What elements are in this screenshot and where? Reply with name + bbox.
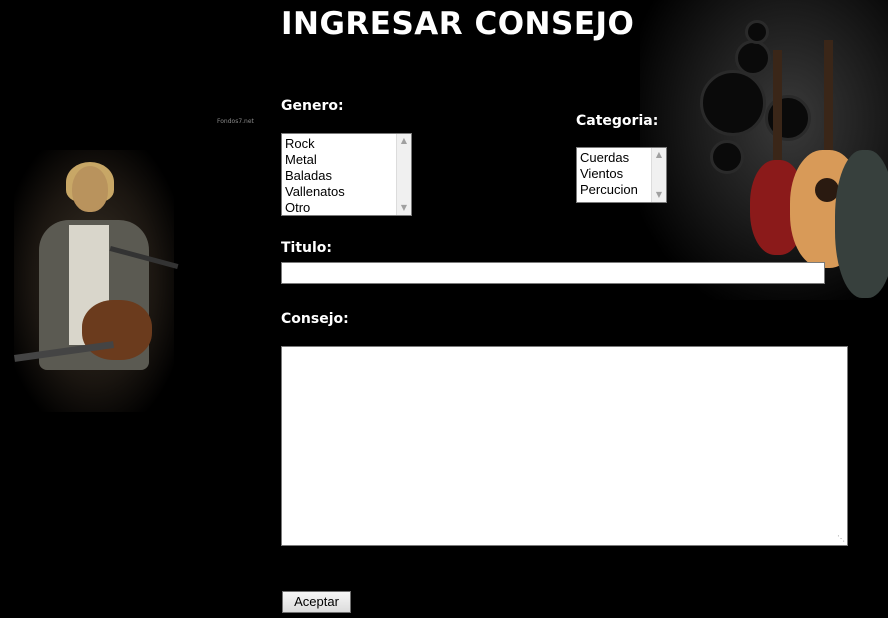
chevron-up-icon[interactable]: ▲ bbox=[397, 134, 411, 148]
musician-photo bbox=[13, 150, 179, 412]
guitars-decoration bbox=[640, 0, 888, 300]
chevron-down-icon[interactable]: ▼ bbox=[652, 188, 666, 202]
aceptar-button[interactable]: Aceptar bbox=[282, 591, 351, 613]
chevron-up-icon[interactable]: ▲ bbox=[652, 148, 666, 162]
categoria-option-cuerdas[interactable]: Cuerdas bbox=[580, 150, 638, 166]
categoria-label: Categoria: bbox=[576, 113, 659, 129]
consejo-label: Consejo: bbox=[281, 311, 349, 327]
genero-option-rock[interactable]: Rock bbox=[285, 136, 345, 152]
titulo-label: Titulo: bbox=[281, 240, 333, 256]
categoria-scrollbar[interactable]: ▲ ▼ bbox=[651, 148, 666, 202]
genero-options: Rock Metal Baladas Vallenatos Otro bbox=[285, 136, 345, 215]
categoria-listbox[interactable]: Cuerdas Vientos Percucion ▲ ▼ bbox=[576, 147, 667, 203]
genero-option-metal[interactable]: Metal bbox=[285, 152, 345, 168]
consejo-textarea[interactable]: ⋱ bbox=[281, 346, 848, 546]
genero-scrollbar[interactable]: ▲ ▼ bbox=[396, 134, 411, 215]
watermark-text: Fondos7.net bbox=[217, 118, 254, 125]
genero-option-otro[interactable]: Otro bbox=[285, 200, 345, 215]
genero-listbox[interactable]: Rock Metal Baladas Vallenatos Otro ▲ ▼ bbox=[281, 133, 412, 216]
categoria-option-vientos[interactable]: Vientos bbox=[580, 166, 638, 182]
categoria-option-percucion[interactable]: Percucion bbox=[580, 182, 638, 198]
categoria-options: Cuerdas Vientos Percucion bbox=[580, 150, 638, 198]
page-title: INGRESAR CONSEJO bbox=[281, 6, 635, 42]
genero-option-vallenatos[interactable]: Vallenatos bbox=[285, 184, 345, 200]
resize-grip-icon[interactable]: ⋱ bbox=[837, 535, 845, 543]
titulo-input[interactable] bbox=[281, 262, 825, 284]
genero-label: Genero: bbox=[281, 98, 344, 114]
chevron-down-icon[interactable]: ▼ bbox=[397, 201, 411, 215]
genero-option-baladas[interactable]: Baladas bbox=[285, 168, 345, 184]
